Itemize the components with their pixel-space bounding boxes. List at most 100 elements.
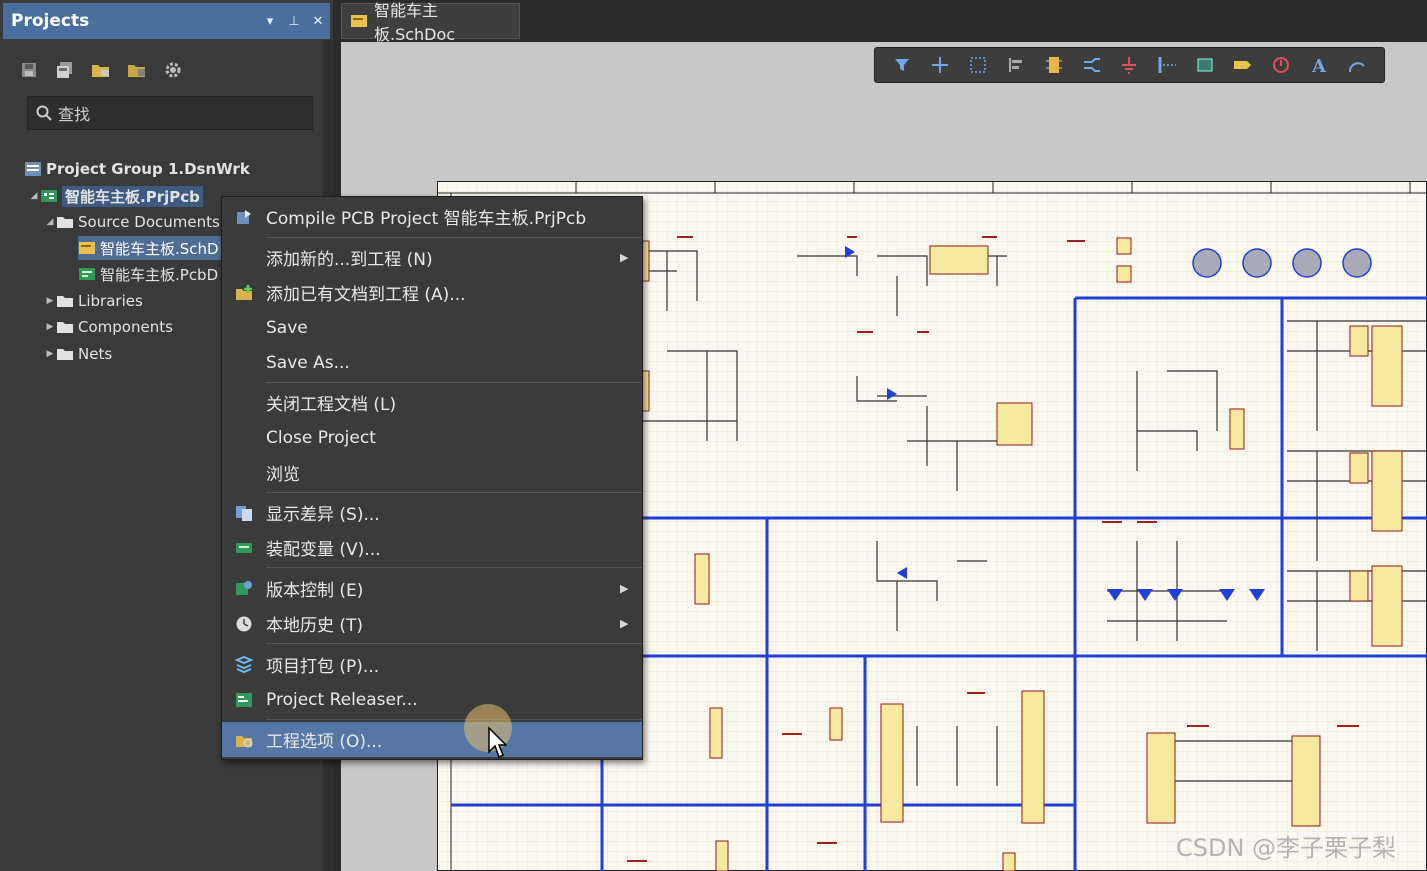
panel-toolbar: [18, 56, 184, 84]
mouse-pointer-icon: [488, 726, 507, 759]
save-icon[interactable]: [18, 59, 40, 81]
sheet-symbol-icon[interactable]: [1192, 52, 1218, 78]
search-input[interactable]: 查找: [27, 96, 313, 130]
tree-label: Libraries: [78, 292, 143, 310]
tree-item-project[interactable]: ◢ 智能车主板.PrjPcb: [28, 184, 203, 208]
place-part-icon[interactable]: [1041, 52, 1067, 78]
tree-item-source-documents[interactable]: ◢ Source Documents: [44, 210, 220, 234]
power-port-icon[interactable]: [1116, 52, 1142, 78]
search-placeholder: 查找: [58, 105, 91, 124]
menu-label: 本地历史 (T): [266, 616, 364, 636]
menu-item-local-history[interactable]: 本地历史 (T) ▶: [222, 606, 642, 641]
menu-item-save[interactable]: Save: [222, 310, 642, 345]
tree-label: 智能车主板.SchD: [100, 239, 219, 258]
menu-label: 项目打包 (P)...: [266, 657, 380, 677]
folder-icon: [56, 293, 74, 309]
tab-schdoc[interactable]: 智能车主板.SchDoc: [341, 1, 520, 44]
menu-label: 关闭工程文档 (L): [266, 395, 397, 415]
menu-item-show-diff[interactable]: 显示差异 (S)...: [222, 495, 642, 530]
wire-icon[interactable]: [1079, 52, 1105, 78]
menu-item-add-new[interactable]: 添加新的...到工程 (N) ▶: [222, 240, 642, 275]
folder-icon: [56, 346, 74, 362]
collapse-triangle-icon[interactable]: ◢: [44, 217, 56, 227]
menu-item-releaser[interactable]: Project Releaser...: [222, 682, 642, 717]
select-rect-icon[interactable]: [965, 52, 991, 78]
menu-item-project-options[interactable]: 工程选项 (O)...: [222, 722, 642, 757]
menu-label: Close Project: [266, 427, 376, 448]
pin-icon[interactable]: ⊥: [282, 14, 306, 29]
folder-icon: [56, 214, 74, 230]
tab-label: 智能车主板.SchDoc: [374, 1, 456, 44]
expand-triangle-icon[interactable]: ▶: [44, 349, 56, 359]
menu-label: 添加已有文档到工程 (A)...: [266, 285, 466, 305]
menu-separator: [266, 643, 642, 644]
menu-item-close-project[interactable]: Close Project: [222, 420, 642, 455]
svg-text:A: A: [1311, 56, 1327, 74]
history-icon: [222, 615, 266, 633]
tree-label: Project Group 1.DsnWrk: [46, 160, 250, 178]
releaser-icon: [222, 691, 266, 709]
gear-icon[interactable]: [162, 59, 184, 81]
filter-icon[interactable]: [889, 52, 915, 78]
tree-item-libraries[interactable]: ▶ Libraries: [44, 289, 143, 313]
menu-item-version-control[interactable]: 版本控制 (E) ▶: [222, 571, 642, 606]
pcb-doc-icon: [78, 266, 96, 282]
save-all-icon[interactable]: [54, 59, 76, 81]
close-icon[interactable]: ✕: [306, 14, 330, 29]
package-icon: [222, 655, 266, 674]
tree-label: Source Documents: [78, 213, 220, 231]
menu-item-variants[interactable]: 装配变量 (V)...: [222, 530, 642, 565]
submenu-arrow-icon: ▶: [620, 582, 629, 595]
project-folder-icon[interactable]: [126, 59, 148, 81]
text-icon[interactable]: A: [1306, 52, 1332, 78]
menu-separator: [266, 567, 642, 568]
menu-separator: [266, 237, 642, 238]
watermark: CSDN @李子栗子梨: [1176, 834, 1397, 862]
tree-label: 智能车主板.PcbD: [100, 265, 219, 284]
tree-label: Components: [78, 318, 173, 336]
menu-item-close-docs[interactable]: 关闭工程文档 (L): [222, 385, 642, 420]
menu-label: 工程选项 (O)...: [266, 732, 383, 752]
arc-icon[interactable]: [1344, 52, 1370, 78]
expand-triangle-icon[interactable]: ▶: [44, 322, 56, 332]
menu-label: 装配变量 (V)...: [266, 540, 381, 560]
menu-item-save-as[interactable]: Save As...: [222, 345, 642, 380]
menu-separator: [266, 382, 642, 383]
expand-triangle-icon[interactable]: ▶: [44, 296, 56, 306]
menu-item-browse[interactable]: 浏览: [222, 455, 642, 490]
panel-menu-chevron-icon[interactable]: ▾: [258, 14, 282, 29]
menu-label: 添加新的...到工程 (N): [266, 250, 433, 270]
menu-separator: [266, 719, 642, 720]
menu-label: Project Releaser...: [266, 689, 418, 710]
tree-item-pcbdoc[interactable]: 智能车主板.PcbD: [78, 262, 218, 286]
menu-label: 显示差异 (S)...: [266, 505, 380, 525]
port-icon[interactable]: [1230, 52, 1256, 78]
active-bar-toolbar: A: [874, 47, 1385, 83]
menu-item-compile[interactable]: Compile PCB Project 智能车主板.PrjPcb: [222, 199, 642, 234]
tree-item-components[interactable]: ▶ Components: [44, 315, 173, 339]
pcb-project-icon: [40, 188, 58, 204]
folder-icon: [56, 319, 74, 335]
schematic-doc-icon: [78, 240, 96, 256]
bus-icon[interactable]: [1154, 52, 1180, 78]
directive-icon[interactable]: [1268, 52, 1294, 78]
menu-item-package[interactable]: 项目打包 (P)...: [222, 647, 642, 682]
version-control-icon: [222, 580, 266, 598]
search-icon: [36, 105, 52, 121]
move-crosshair-icon[interactable]: [927, 52, 953, 78]
tree-label: 智能车主板.PrjPcb: [62, 185, 203, 207]
collapse-triangle-icon[interactable]: ◢: [28, 191, 40, 201]
tree-label: Nets: [78, 345, 113, 363]
menu-item-add-existing[interactable]: 添加已有文档到工程 (A)...: [222, 275, 642, 310]
align-icon[interactable]: [1003, 52, 1029, 78]
open-folder-icon[interactable]: [90, 59, 112, 81]
variant-icon: [222, 540, 266, 556]
menu-label: Save: [266, 317, 308, 338]
tree-item-schdoc[interactable]: 智能车主板.SchD: [78, 236, 223, 260]
options-icon: [222, 731, 266, 749]
diff-icon: [222, 504, 266, 522]
menu-label: Compile PCB Project 智能车主板.PrjPcb: [266, 209, 587, 229]
tree-item-project-group[interactable]: Project Group 1.DsnWrk: [24, 157, 250, 181]
compile-icon: [222, 208, 266, 226]
tree-item-nets[interactable]: ▶ Nets: [44, 342, 113, 366]
